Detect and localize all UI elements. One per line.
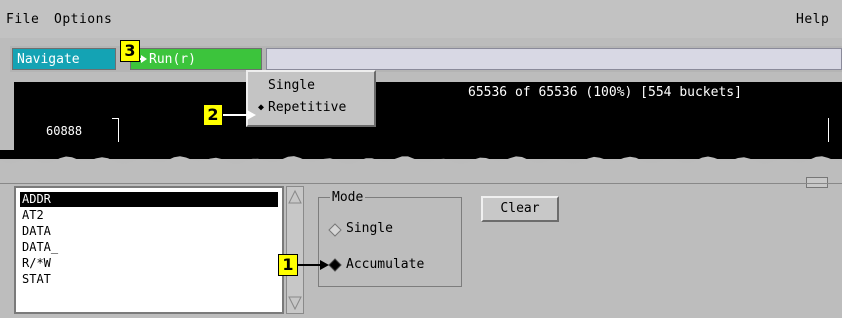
radio-accumulate-icon[interactable] [328, 258, 342, 272]
callout-1: 1 [278, 254, 298, 276]
marker-tick-cap [112, 118, 119, 119]
scroll-arrows-icon [288, 189, 302, 311]
radio-single-icon[interactable] [328, 223, 342, 237]
wavy-divider [0, 150, 842, 172]
list-item[interactable]: ADDR [20, 192, 278, 207]
menu-file[interactable]: File [6, 12, 39, 27]
mode-group-label: Mode [330, 190, 366, 205]
bucket-status-text: 65536 of 65536 (100%) [554 buckets] [468, 85, 742, 100]
clear-button[interactable]: Clear [481, 196, 559, 222]
list-item[interactable]: R/*W [20, 256, 278, 271]
menu-help[interactable]: Help [796, 12, 829, 27]
radio-accumulate-label[interactable]: Accumulate [346, 257, 424, 272]
list-scrollbar[interactable] [286, 186, 304, 314]
callout-arrow-icon [223, 110, 256, 120]
diamond-icon: ◆ [258, 102, 265, 113]
callout-3: 3 [120, 40, 140, 62]
list-item[interactable]: DATA [20, 224, 278, 239]
count-readout: 60888 [46, 124, 83, 138]
run-button[interactable]: Run(r) [130, 48, 262, 70]
popup-single-item[interactable]: Single [268, 78, 315, 93]
callout-2: 2 [203, 104, 223, 126]
menu-bar [0, 0, 842, 38]
marker-tick [118, 118, 119, 142]
mode-group [318, 197, 462, 287]
list-item[interactable]: AT2 [20, 208, 278, 223]
popup-repetitive-item[interactable]: Repetitive [268, 100, 346, 115]
callout-arrow-icon [298, 260, 329, 270]
label-listbox[interactable]: ADDR AT2 DATA DATA_ R/*W STAT [14, 186, 284, 314]
menu-options[interactable]: Options [54, 12, 112, 27]
list-item[interactable]: STAT [20, 272, 278, 287]
list-item[interactable]: DATA_ [20, 240, 278, 255]
run-button-label: Run(r) [149, 52, 196, 67]
panel-divider [0, 183, 842, 184]
marker-tick-right [828, 118, 829, 142]
radio-single-label[interactable]: Single [346, 221, 393, 236]
command-field[interactable] [266, 48, 842, 70]
navigate-button[interactable]: Navigate [12, 48, 116, 70]
